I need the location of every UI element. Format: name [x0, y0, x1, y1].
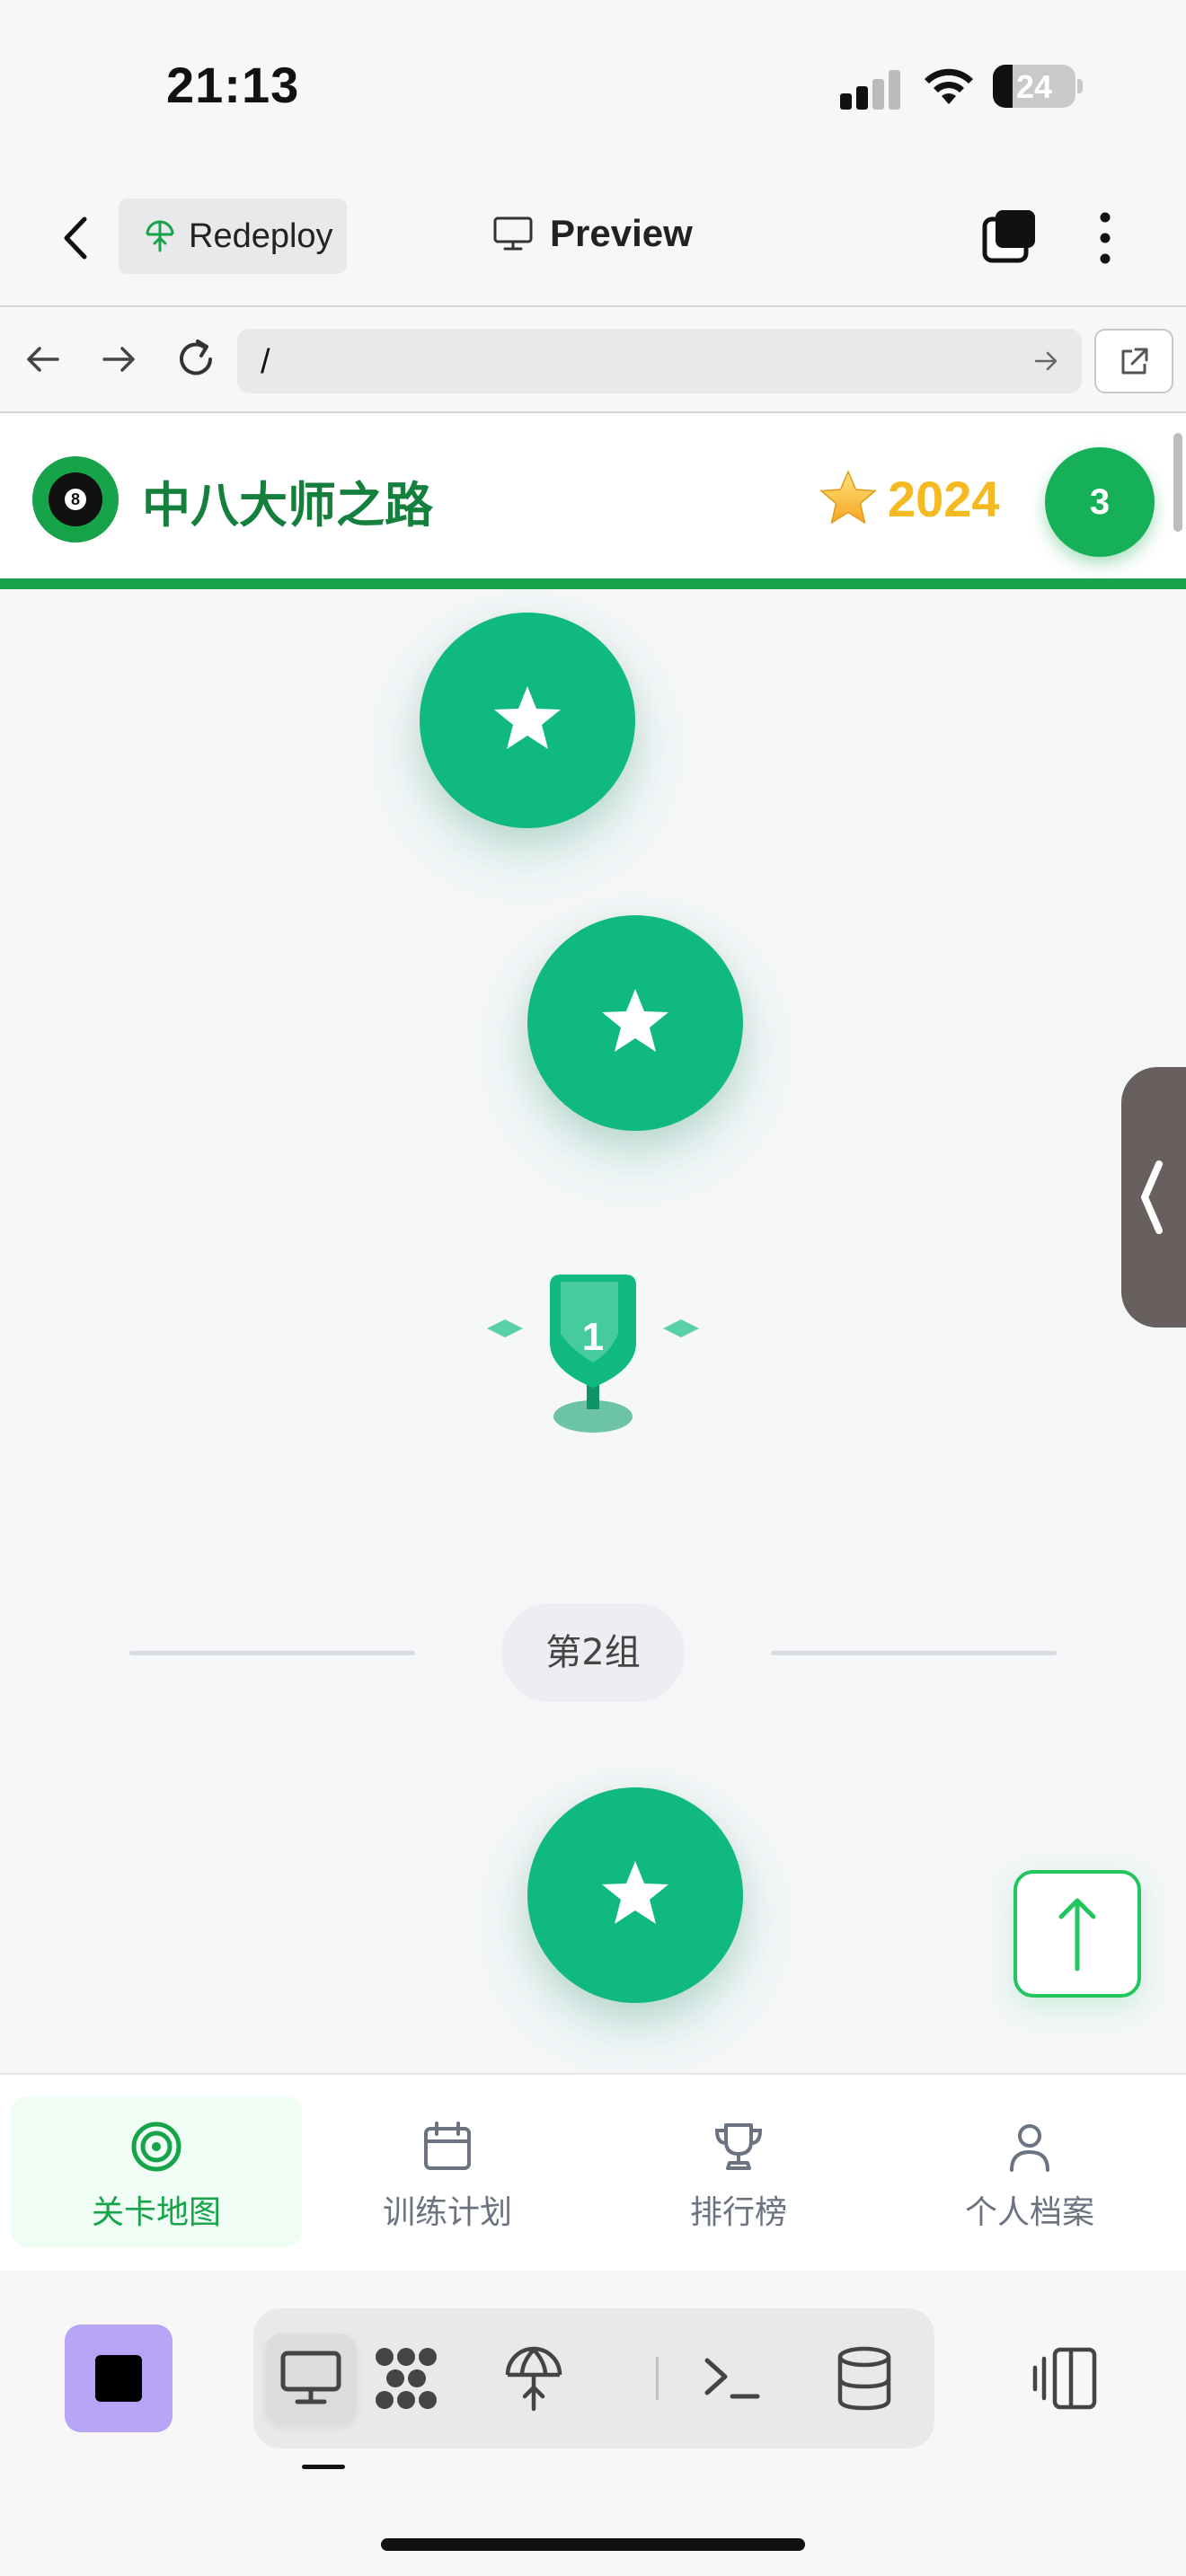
more-vertical-icon[interactable]	[1087, 207, 1123, 269]
open-external-button[interactable]	[1094, 329, 1173, 393]
nav-label: 个人档案	[964, 2194, 1094, 2231]
star-icon	[602, 1861, 668, 1924]
level-node[interactable]	[527, 915, 743, 1131]
stop-button[interactable]	[65, 2325, 173, 2432]
level-node[interactable]	[527, 1787, 743, 2003]
browser-bar: /	[0, 305, 1186, 413]
divider-left	[129, 1651, 415, 1655]
url-text: /	[261, 343, 270, 381]
trophy-checkpoint-icon[interactable]: 1	[485, 1244, 701, 1442]
preview-label: Preview	[550, 212, 693, 254]
nav-item-training-plan[interactable]: 训练计划	[302, 2096, 593, 2247]
monitor-icon	[280, 2351, 341, 2404]
database-icon	[837, 2346, 891, 2411]
star-icon	[494, 686, 561, 749]
wifi-icon	[925, 68, 973, 104]
redeploy-icon	[146, 220, 174, 252]
status-time: 21:13	[166, 57, 300, 113]
preview-title[interactable]: Preview	[492, 212, 693, 255]
url-input[interactable]: /	[237, 329, 1082, 393]
external-link-icon	[1121, 348, 1148, 375]
reload-icon[interactable]	[171, 334, 221, 384]
app-header: 8 中八大师之路 2024 3	[0, 413, 1186, 589]
browser-back-icon[interactable]	[18, 334, 68, 384]
monitor-icon	[493, 216, 533, 251]
go-arrow-icon[interactable]	[1031, 347, 1060, 375]
dock-toolbar	[253, 2308, 934, 2448]
user-icon	[1010, 2124, 1049, 2172]
back-chevron-icon[interactable]	[54, 207, 99, 269]
trophy-number: 1	[582, 1315, 604, 1359]
nav-label: 训练计划	[382, 2194, 512, 2231]
nav-label: 排行榜	[689, 2194, 787, 2231]
shell-tool-button[interactable]	[688, 2333, 778, 2423]
bottom-nav: 关卡地图 训练计划 排行榜 个人档案	[0, 2073, 1186, 2271]
deploy-icon	[505, 2346, 562, 2412]
calendar-icon	[424, 2122, 471, 2170]
tabs-icon[interactable]	[981, 208, 1039, 266]
arrow-up-icon	[1058, 1898, 1096, 1972]
battery-level: 24	[1015, 68, 1053, 105]
terminal-icon	[704, 2358, 760, 2399]
nav-label: 关卡地图	[91, 2194, 221, 2231]
preview-tool-button[interactable]	[266, 2333, 356, 2423]
trophy-icon	[714, 2123, 763, 2170]
scroll-to-top-button[interactable]	[1013, 1870, 1141, 1998]
logo-number: 8	[65, 489, 86, 510]
redeploy-button[interactable]: Redeploy	[119, 198, 347, 274]
level-badge[interactable]: 3	[1045, 447, 1155, 557]
nav-item-level-map[interactable]: 关卡地图	[11, 2096, 302, 2247]
target-icon	[131, 2122, 181, 2172]
chevron-left-icon	[1141, 1160, 1163, 1234]
nav-item-profile[interactable]: 个人档案	[884, 2096, 1175, 2247]
side-panel-handle[interactable]	[1121, 1067, 1186, 1328]
agents-tool-button[interactable]	[361, 2333, 451, 2423]
nav-item-leaderboard[interactable]: 排行榜	[593, 2096, 884, 2247]
app-toolbar: Redeploy Preview	[0, 171, 1186, 305]
cellular-signal-icon	[840, 70, 903, 110]
status-bar: 21:13 24	[0, 0, 1186, 171]
redeploy-label: Redeploy	[189, 216, 333, 255]
star-count: 2024	[888, 470, 1000, 527]
deploy-tool-button[interactable]	[489, 2333, 579, 2423]
star-icon	[602, 989, 668, 1052]
divider-right	[771, 1651, 1057, 1655]
level-node[interactable]	[420, 613, 635, 828]
star-score: 2024	[818, 469, 1000, 528]
eight-ball-logo: 8	[32, 456, 119, 543]
web-preview: 8 中八大师之路 2024 3 1 第2组	[0, 413, 1186, 2075]
dev-dock	[0, 2271, 1186, 2576]
split-panel-icon[interactable]	[1031, 2344, 1100, 2413]
cluster-icon	[376, 2348, 437, 2409]
scroll-indicator	[1173, 433, 1182, 532]
battery-icon: 24	[993, 65, 1075, 108]
app-title: 中八大师之路	[142, 477, 433, 534]
stop-icon	[95, 2355, 142, 2402]
database-tool-button[interactable]	[819, 2333, 909, 2423]
home-indicator	[381, 2538, 805, 2551]
browser-forward-icon[interactable]	[93, 334, 144, 384]
star-icon	[819, 470, 877, 525]
group-label: 第2组	[501, 1603, 685, 1702]
